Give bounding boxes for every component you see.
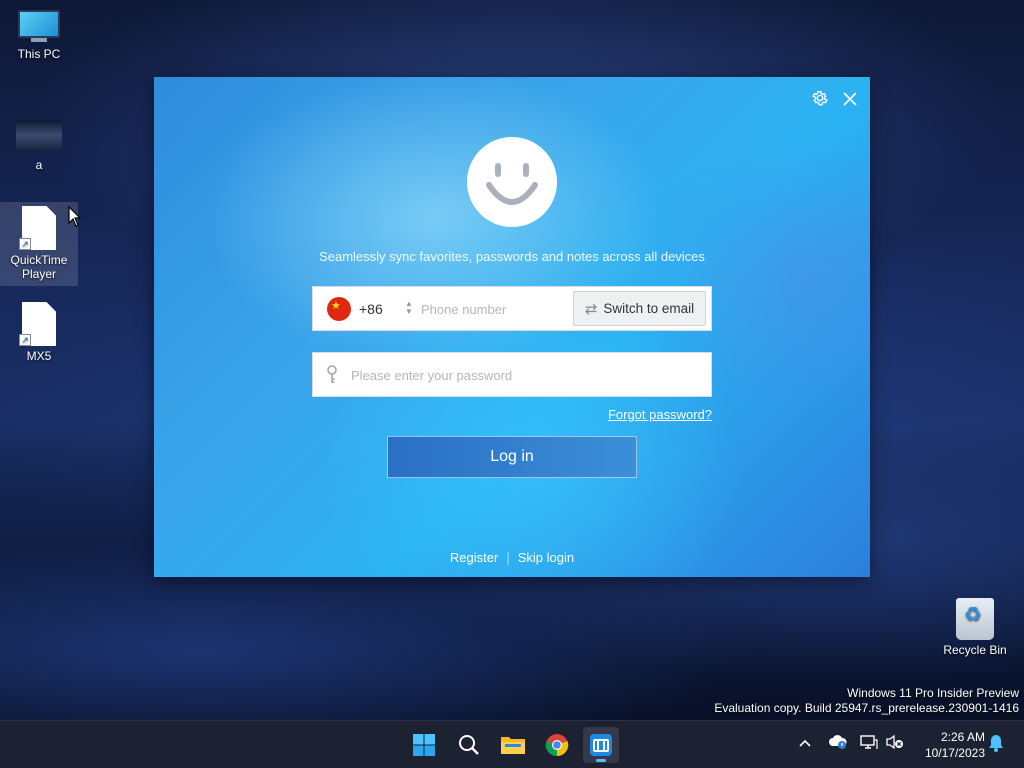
file-explorer-button[interactable] (495, 727, 531, 763)
gear-icon[interactable] (809, 89, 831, 111)
desktop-icon-quicktime-player[interactable]: ↗ QuickTime Player (0, 202, 78, 286)
maxthon-button[interactable] (583, 727, 619, 763)
desktop-icon-label: Recycle Bin (943, 643, 1007, 657)
sync-tagline: Seamlessly sync favorites, passwords and… (319, 249, 705, 264)
desktop-icon-label: QuickTime Player (10, 253, 68, 281)
clock-date: 10/17/2023 (924, 746, 985, 760)
start-button[interactable] (406, 727, 442, 763)
watermark-edition: Windows 11 Pro Insider Preview (847, 686, 1019, 700)
chevron-up-icon[interactable] (798, 735, 812, 751)
login-button[interactable]: Log in (387, 436, 637, 478)
forgot-password-link[interactable]: Forgot password? (603, 407, 712, 422)
shortcut-file-icon: ↗ (19, 302, 59, 346)
system-clock[interactable]: 2:26 AM 10/17/2023 (913, 729, 985, 761)
link-separator: | (506, 550, 510, 565)
taskbar: 2:26 AM 10/17/2023 (0, 720, 1024, 768)
start-icon (413, 734, 435, 756)
desktop-icon-label: MX5 (26, 349, 52, 363)
country-code[interactable]: +86 (359, 301, 383, 317)
country-code-dropdown-icon[interactable]: ▲ ▼ (405, 300, 413, 316)
windows-watermark: Windows 11 Pro Insider Preview Evaluatio… (714, 686, 1019, 716)
clock-time: 2:26 AM (940, 730, 985, 744)
desktop-icon-mx5[interactable]: ↗ MX5 (0, 302, 78, 363)
chrome-button[interactable] (539, 727, 575, 763)
image-thumbnail-icon (16, 120, 62, 150)
shortcut-file-icon: ↗ (19, 206, 59, 250)
avatar (467, 137, 557, 227)
phone-number-input[interactable] (421, 295, 571, 323)
close-icon[interactable] (839, 89, 861, 111)
swap-arrows-icon: ⇄ (584, 300, 598, 318)
login-dialog: Seamlessly sync favorites, passwords and… (154, 77, 870, 577)
key-icon (327, 365, 337, 383)
bottom-links: Register | Skip login (154, 550, 870, 565)
desktop-icon-this-pc[interactable]: This PC (0, 10, 78, 61)
password-field (312, 352, 712, 397)
chrome-icon (545, 734, 569, 757)
volume-muted-icon[interactable] (886, 734, 904, 753)
desktop-icon-label: This PC (17, 47, 61, 61)
china-flag-icon[interactable]: ★ (327, 297, 351, 321)
mouse-cursor-icon (68, 206, 82, 227)
register-link[interactable]: Register (450, 550, 498, 565)
phone-field: ★ +86 ▲▼ ⇄ Switch to email (312, 286, 712, 331)
notification-bell-icon[interactable] (988, 734, 1004, 755)
password-input[interactable] (351, 361, 691, 389)
switch-to-email-button[interactable]: ⇄ Switch to email (573, 291, 706, 326)
cloud-icon[interactable] (828, 734, 848, 753)
search-icon (459, 735, 479, 755)
smiley-face-icon (467, 137, 557, 227)
watermark-build: Evaluation copy. Build 25947.rs_prerelea… (714, 701, 1019, 715)
this-pc-icon (18, 10, 60, 44)
desktop-icon-a[interactable]: a (0, 120, 78, 172)
network-icon[interactable] (860, 734, 878, 753)
desktop-icon-label: a (35, 158, 43, 172)
recycle-bin-icon: ♻ (956, 598, 994, 640)
switch-to-email-label: Switch to email (603, 301, 695, 316)
skip-login-link[interactable]: Skip login (518, 550, 574, 565)
maxthon-icon (590, 734, 612, 756)
file-explorer-icon (501, 737, 525, 754)
desktop-icon-recycle-bin[interactable]: ♻ Recycle Bin (936, 598, 1014, 657)
search-button[interactable] (451, 727, 487, 763)
